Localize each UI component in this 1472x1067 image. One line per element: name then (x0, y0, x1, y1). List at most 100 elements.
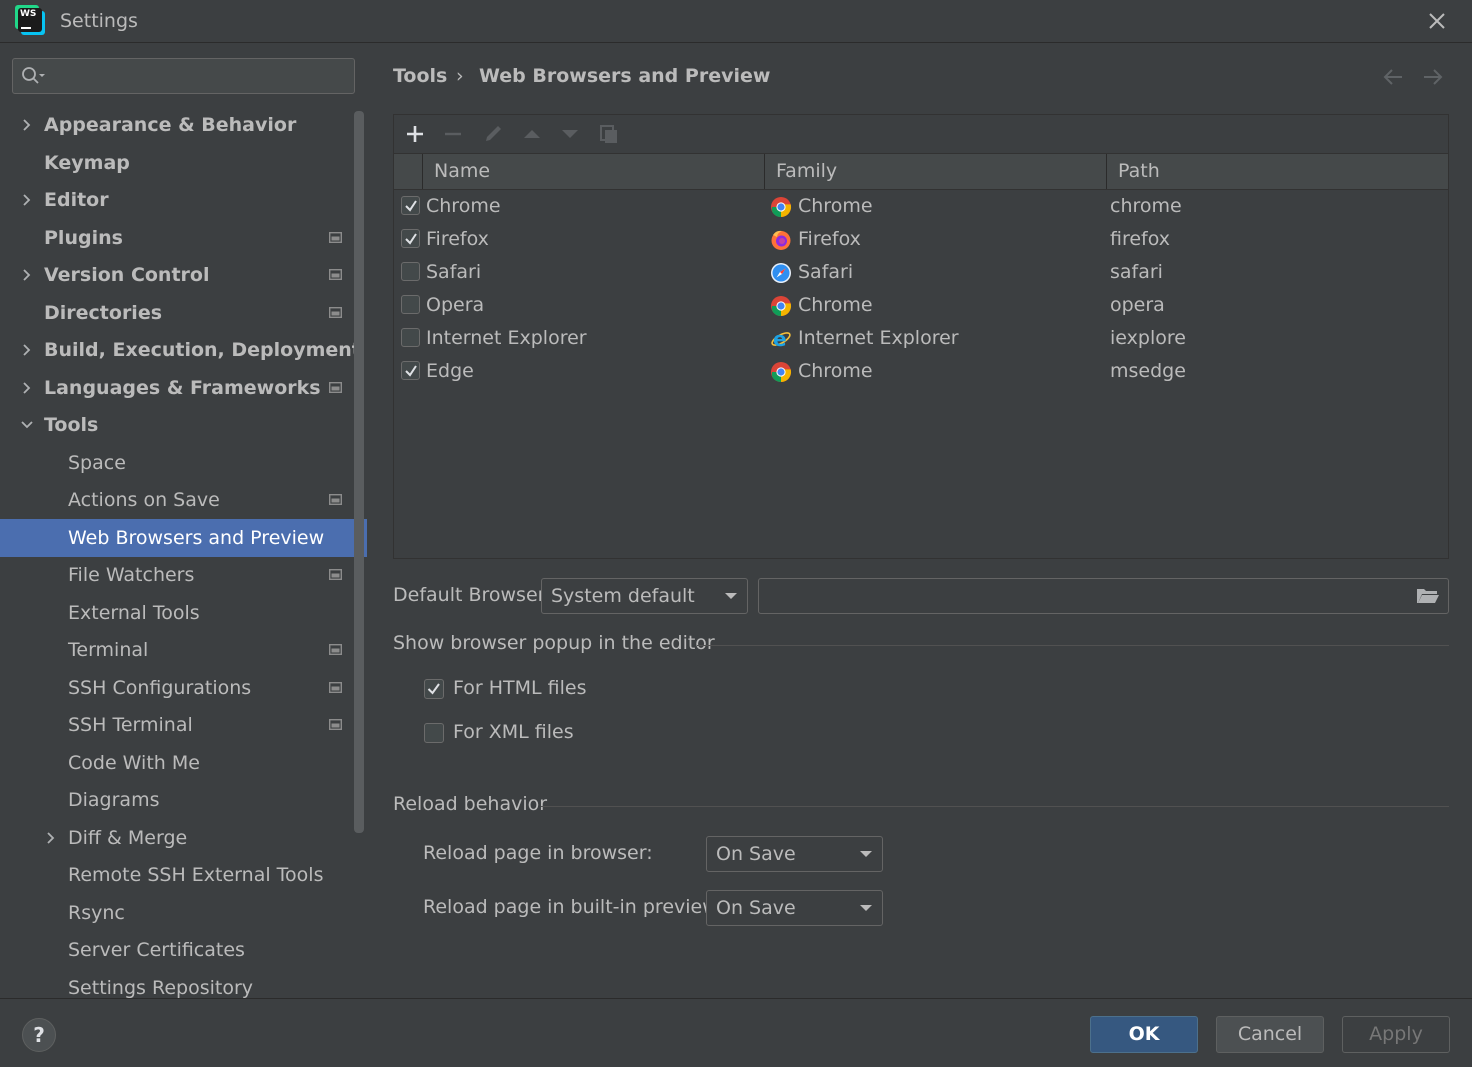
sidebar-item-plugins[interactable]: Plugins (0, 219, 367, 257)
sidebar-item-external-tools[interactable]: External Tools (0, 594, 367, 632)
browser-name-cell[interactable]: Edge (426, 355, 474, 388)
browser-active-checkbox[interactable] (401, 328, 420, 347)
xml-files-label[interactable]: For XML files (453, 721, 574, 743)
apply-button[interactable]: Apply (1342, 1016, 1450, 1053)
browser-active-checkbox[interactable] (401, 196, 420, 215)
sidebar-item-ssh-terminal[interactable]: SSH Terminal (0, 706, 367, 744)
browser-name-cell[interactable]: Opera (426, 289, 484, 322)
sidebar-item-code-with-me[interactable]: Code With Me (0, 744, 367, 782)
add-icon[interactable] (402, 121, 428, 147)
sidebar-scrollbar[interactable] (354, 111, 364, 833)
table-row[interactable]: Safari Safari safari (394, 256, 1448, 289)
chevron-right-icon[interactable] (20, 193, 34, 207)
browser-name-cell[interactable]: Firefox (426, 223, 489, 256)
sidebar-item-file-watchers[interactable]: File Watchers (0, 556, 367, 594)
back-arrow-icon[interactable] (1381, 66, 1405, 88)
browser-name-cell[interactable]: Internet Explorer (426, 322, 587, 355)
ok-button[interactable]: OK (1090, 1016, 1198, 1053)
column-header-family[interactable]: Family (776, 154, 837, 189)
sidebar-item-ssh-configurations[interactable]: SSH Configurations (0, 669, 367, 707)
browser-active-checkbox[interactable] (401, 262, 420, 281)
browser-name-cell[interactable]: Safari (426, 256, 481, 289)
browser-path-cell[interactable]: opera (1110, 289, 1165, 322)
column-header-name[interactable]: Name (434, 154, 490, 189)
browser-family-cell[interactable]: Chrome (798, 190, 873, 223)
browser-path-cell[interactable]: firefox (1110, 223, 1170, 256)
chevron-right-icon[interactable] (20, 118, 34, 132)
edit-icon[interactable] (480, 121, 506, 147)
column-divider[interactable] (422, 154, 423, 189)
sidebar-item-keymap[interactable]: Keymap (0, 144, 367, 182)
move-down-icon[interactable] (557, 121, 583, 147)
sidebar-item-diagrams[interactable]: Diagrams (0, 781, 367, 819)
column-divider[interactable] (764, 154, 765, 189)
browser-path-cell[interactable]: chrome (1110, 190, 1182, 223)
sidebar-item-terminal[interactable]: Terminal (0, 631, 367, 669)
table-row[interactable]: Chrome Chrome chrome (394, 190, 1448, 223)
chevron-right-icon[interactable] (20, 381, 34, 395)
html-files-checkbox[interactable] (424, 679, 444, 699)
browser-path-cell[interactable]: iexplore (1110, 322, 1186, 355)
search-input[interactable] (12, 58, 355, 94)
sidebar-item-space[interactable]: Space (0, 444, 367, 482)
sidebar-item-appearance-and-behavior[interactable]: Appearance & Behavior (0, 106, 367, 144)
sidebar-item-tools[interactable]: Tools (0, 406, 367, 444)
browser-path-cell[interactable]: safari (1110, 256, 1163, 289)
default-browser-dropdown[interactable]: System default (541, 578, 748, 614)
chevron-right-icon[interactable] (44, 831, 58, 845)
xml-files-checkbox[interactable] (424, 723, 444, 743)
cancel-button[interactable]: Cancel (1216, 1016, 1324, 1053)
sidebar-item-label: External Tools (68, 602, 200, 624)
copy-icon[interactable] (596, 121, 622, 147)
column-header-path[interactable]: Path (1118, 154, 1160, 189)
help-button[interactable]: ? (22, 1018, 56, 1052)
browser-family-cell[interactable]: Chrome (798, 355, 873, 388)
sidebar-item-web-browsers-and-preview[interactable]: Web Browsers and Preview (0, 519, 367, 557)
check-icon (405, 233, 417, 245)
sidebar-item-languages-and-frameworks[interactable]: Languages & Frameworks (0, 369, 367, 407)
sidebar-item-rsync[interactable]: Rsync (0, 894, 367, 932)
column-divider[interactable] (1106, 154, 1107, 189)
browser-active-checkbox[interactable] (401, 229, 420, 248)
browser-family-cell[interactable]: Internet Explorer (798, 322, 959, 355)
table-row[interactable]: Firefox Firefox firefox (394, 223, 1448, 256)
chevron-right-icon[interactable] (20, 343, 34, 357)
browser-family-cell[interactable]: Chrome (798, 289, 873, 322)
move-up-icon[interactable] (519, 121, 545, 147)
browser-family-cell[interactable]: Safari (798, 256, 853, 289)
sidebar-item-diff-and-merge[interactable]: Diff & Merge (0, 819, 367, 857)
breadcrumb-root[interactable]: Tools (393, 65, 447, 87)
chevron-right-icon[interactable] (20, 268, 34, 282)
sidebar-item-remote-ssh-external-tools[interactable]: Remote SSH External Tools (0, 856, 367, 894)
browser-active-checkbox[interactable] (401, 295, 420, 314)
forward-arrow-icon[interactable] (1421, 66, 1445, 88)
browser-path-field[interactable] (758, 578, 1449, 614)
reload-preview-dropdown[interactable]: On Save (706, 890, 883, 926)
html-files-label[interactable]: For HTML files (453, 677, 586, 699)
remove-icon[interactable] (440, 121, 466, 147)
sidebar-item-build-execution-deployment[interactable]: Build, Execution, Deployment (0, 331, 367, 369)
table-row[interactable]: Internet Explorer e Internet Explorer iexpl… (394, 322, 1448, 355)
chrome-icon (771, 362, 792, 383)
browser-path-cell[interactable]: msedge (1110, 355, 1186, 388)
close-icon[interactable] (1424, 8, 1450, 34)
reload-browser-dropdown[interactable]: On Save (706, 836, 883, 872)
project-level-icon (329, 269, 342, 280)
sidebar-item-settings-repository[interactable]: Settings Repository (0, 969, 367, 998)
browser-family-cell[interactable]: Firefox (798, 223, 861, 256)
table-row[interactable]: Opera Chrome opera (394, 289, 1448, 322)
folder-icon[interactable] (1416, 586, 1440, 606)
sidebar-item-server-certificates[interactable]: Server Certificates (0, 931, 367, 969)
table-row[interactable]: Edge Chrome msedge (394, 355, 1448, 388)
sidebar-item-editor[interactable]: Editor (0, 181, 367, 219)
project-level-icon (329, 719, 342, 730)
sidebar-item-label: Directories (44, 302, 163, 324)
browser-name-cell[interactable]: Chrome (426, 190, 501, 223)
sidebar-item-version-control[interactable]: Version Control (0, 256, 367, 294)
sidebar-item-label: Tools (44, 414, 99, 436)
project-level-icon (329, 569, 342, 580)
sidebar-item-actions-on-save[interactable]: Actions on Save (0, 481, 367, 519)
chevron-down-icon[interactable] (20, 418, 34, 432)
browser-active-checkbox[interactable] (401, 361, 420, 380)
sidebar-item-directories[interactable]: Directories (0, 294, 367, 332)
